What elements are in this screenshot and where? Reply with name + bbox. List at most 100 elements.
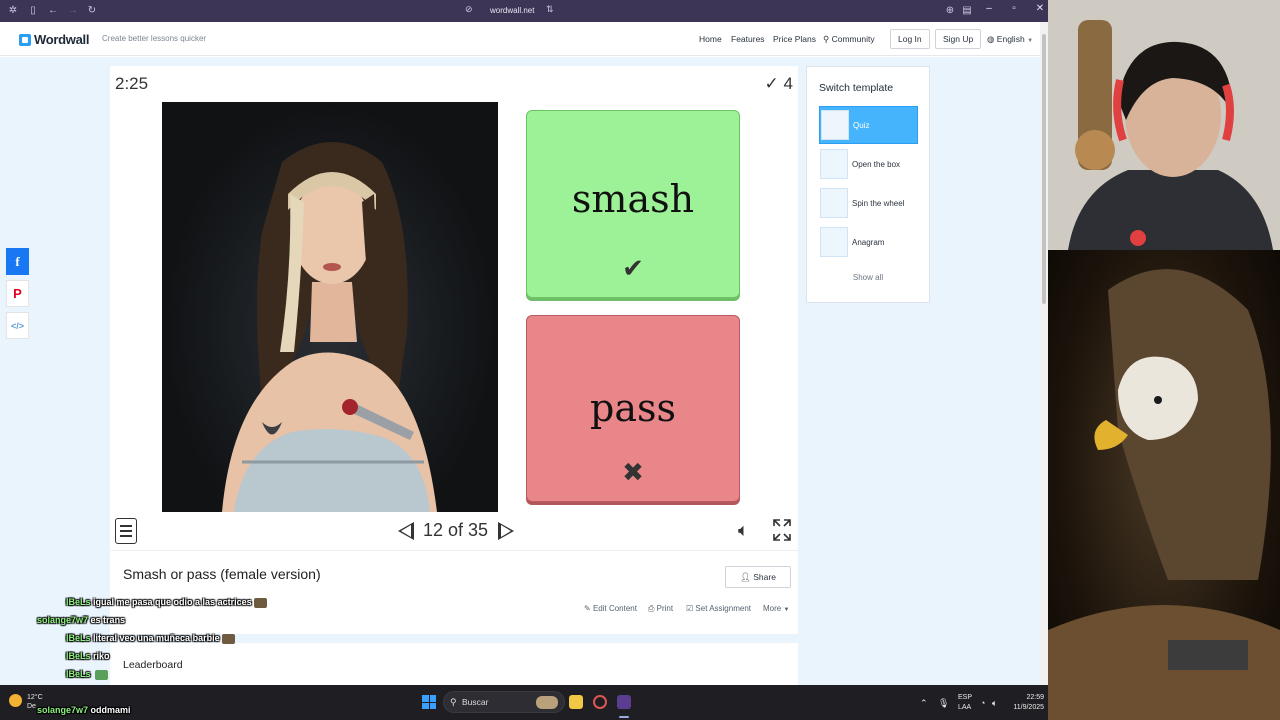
chat-text: literal veo una muñeca barbie	[93, 633, 220, 643]
tune-icon[interactable]: ⇅	[546, 4, 554, 15]
activity-details: Smash or pass (female version) 👤︎ Share …	[110, 550, 798, 634]
timer: 2:25	[115, 74, 149, 93]
login-button[interactable]: Log In	[890, 29, 930, 49]
start-button-icon[interactable]	[422, 695, 436, 709]
sound-icon[interactable]: 🔈︎	[738, 520, 749, 541]
template-switcher-title: Switch template	[819, 82, 894, 94]
chevron-down-icon: ▼	[1027, 38, 1034, 44]
activity-title: Smash or pass (female version)	[123, 566, 321, 582]
eagle-image	[1048, 250, 1280, 720]
more-menu[interactable]: More ▼	[763, 604, 789, 613]
active-app-indicator	[619, 716, 629, 718]
wordwall-logo-icon	[19, 33, 31, 46]
close-icon[interactable]: ✕	[1031, 3, 1048, 14]
question-pager: 12 of 35	[398, 520, 514, 544]
nav-features[interactable]: Features	[731, 34, 765, 44]
nav-community[interactable]: ⚲ Community	[823, 34, 875, 45]
template-anagram[interactable]: Anagram	[819, 223, 918, 261]
chat-message: lBeLs literal veo una muñeca barbie	[66, 633, 235, 644]
chat-message: solange7w7 es trans	[37, 615, 125, 625]
chat-text: es trans	[90, 615, 126, 625]
embed-icon[interactable]: </>	[6, 312, 29, 339]
microphone-icon[interactable]: 🎙︎	[938, 698, 949, 709]
chat-username: solange7w7	[37, 615, 89, 625]
language-indicator[interactable]: ESP LAA	[958, 693, 972, 713]
app-icon[interactable]	[593, 695, 607, 709]
answer-card-pass[interactable]: pass ✖	[526, 315, 740, 502]
signup-button[interactable]: Sign Up	[935, 29, 982, 49]
chat-username: lBeLs	[66, 633, 91, 643]
temperature: 12°C	[27, 694, 43, 701]
windows-taskbar: 12°C De ⚲ Buscar ⌃ 🎙︎ ESP LAA ◔ 🔈︎ 22:59…	[0, 685, 1048, 720]
pencil-icon: ✎	[584, 604, 591, 613]
template-open-the-box[interactable]: Open the box	[819, 145, 918, 183]
language-label: English	[996, 34, 1025, 44]
language-selector[interactable]: ◍ English ▼	[987, 34, 1033, 45]
fullscreen-icon[interactable]	[772, 518, 792, 542]
nav-price-plans[interactable]: Price Plans	[773, 34, 816, 44]
print-link[interactable]: ⎙ Print	[648, 604, 673, 614]
search-highlight-icon	[536, 696, 558, 709]
back-icon[interactable]: ←	[47, 5, 59, 17]
chat-message: solange7w7 oddmami	[37, 705, 131, 715]
share-button[interactable]: 👤︎ Share	[725, 566, 791, 588]
edit-content-label: Edit Content	[592, 604, 637, 613]
forward-icon[interactable]: →	[67, 5, 79, 17]
chevron-down-icon: ▼	[783, 607, 790, 613]
game-menu-button[interactable]	[115, 518, 137, 544]
browser-app-icon[interactable]	[617, 695, 631, 709]
system-clock[interactable]: 22:59 11/9/2025	[1010, 693, 1044, 713]
chevron-up-icon[interactable]: ⌃	[920, 698, 928, 709]
question-image	[162, 102, 498, 512]
checkmark-icon: ✓	[764, 74, 779, 93]
previous-arrow-icon[interactable]	[398, 522, 414, 540]
scrollbar-thumb[interactable]	[1042, 34, 1046, 304]
eagle-illustration	[1048, 269, 1280, 720]
file-explorer-icon[interactable]	[569, 695, 583, 709]
language-code: ESP	[958, 694, 973, 701]
address-bar[interactable]: wordwall.net	[490, 6, 534, 15]
answer-card-smash[interactable]: smash ✔	[526, 110, 740, 298]
taskbar-search[interactable]: ⚲ Buscar	[443, 691, 565, 713]
show-all-templates-link[interactable]: Show all	[807, 273, 929, 282]
clock-time: 22:59	[1026, 694, 1044, 701]
volume-icon[interactable]: 🔈︎	[992, 698, 997, 709]
nav-home[interactable]: Home	[699, 34, 722, 44]
sidebar-toggle-icon[interactable]: ▯	[27, 5, 39, 17]
page-scrollbar[interactable]	[1040, 22, 1048, 685]
template-spin-the-wheel[interactable]: Spin the wheel	[819, 184, 918, 222]
search-placeholder: Buscar	[462, 697, 489, 707]
wifi-icon[interactable]: ◔	[980, 698, 985, 708]
reader-icon[interactable]: ▤	[961, 5, 973, 17]
template-label: Spin the wheel	[852, 198, 905, 208]
wordwall-logo[interactable]: Wordwall	[19, 32, 89, 47]
quiz-thumbnail-icon	[821, 110, 849, 140]
globe-icon: ◍	[987, 34, 995, 44]
answer-label: smash	[571, 177, 695, 221]
more-label: More	[763, 604, 782, 613]
print-label: Print	[656, 604, 674, 613]
site-info-icon[interactable]: ⊘	[465, 4, 473, 15]
facebook-share-icon[interactable]: f	[6, 248, 29, 275]
search-icon: ⚲	[450, 697, 457, 707]
maximize-icon[interactable]: ▫	[1005, 3, 1023, 14]
chat-username: lBeLs	[66, 669, 91, 679]
globe-icon[interactable]: ⊕	[944, 5, 956, 17]
chat-username: lBeLs	[66, 651, 91, 661]
game-panel: 2:25 ✓ 4 smash ✔ pass ✖ 12 of 35 🔈︎	[110, 66, 798, 550]
reload-icon[interactable]: ↻	[86, 5, 98, 17]
score-value: 4	[783, 74, 793, 93]
minimize-icon[interactable]: –	[980, 3, 998, 14]
pinterest-share-icon[interactable]: P	[6, 280, 29, 307]
template-label: Open the box	[852, 159, 901, 169]
chat-username: lBeLs	[66, 597, 91, 607]
pager-text: 12 of 35	[423, 520, 489, 540]
browser-menu-icon[interactable]: ✲	[7, 5, 19, 17]
user-icon: 👤︎	[740, 572, 751, 582]
edit-content-link[interactable]: ✎ Edit Content	[584, 604, 637, 613]
next-arrow-icon[interactable]	[498, 522, 514, 540]
emote-icon	[253, 597, 267, 608]
template-quiz[interactable]: Quiz	[819, 106, 918, 144]
set-assignment-link[interactable]: ☑ Set Assignment	[686, 604, 751, 613]
language-variant: LAA	[958, 704, 972, 711]
